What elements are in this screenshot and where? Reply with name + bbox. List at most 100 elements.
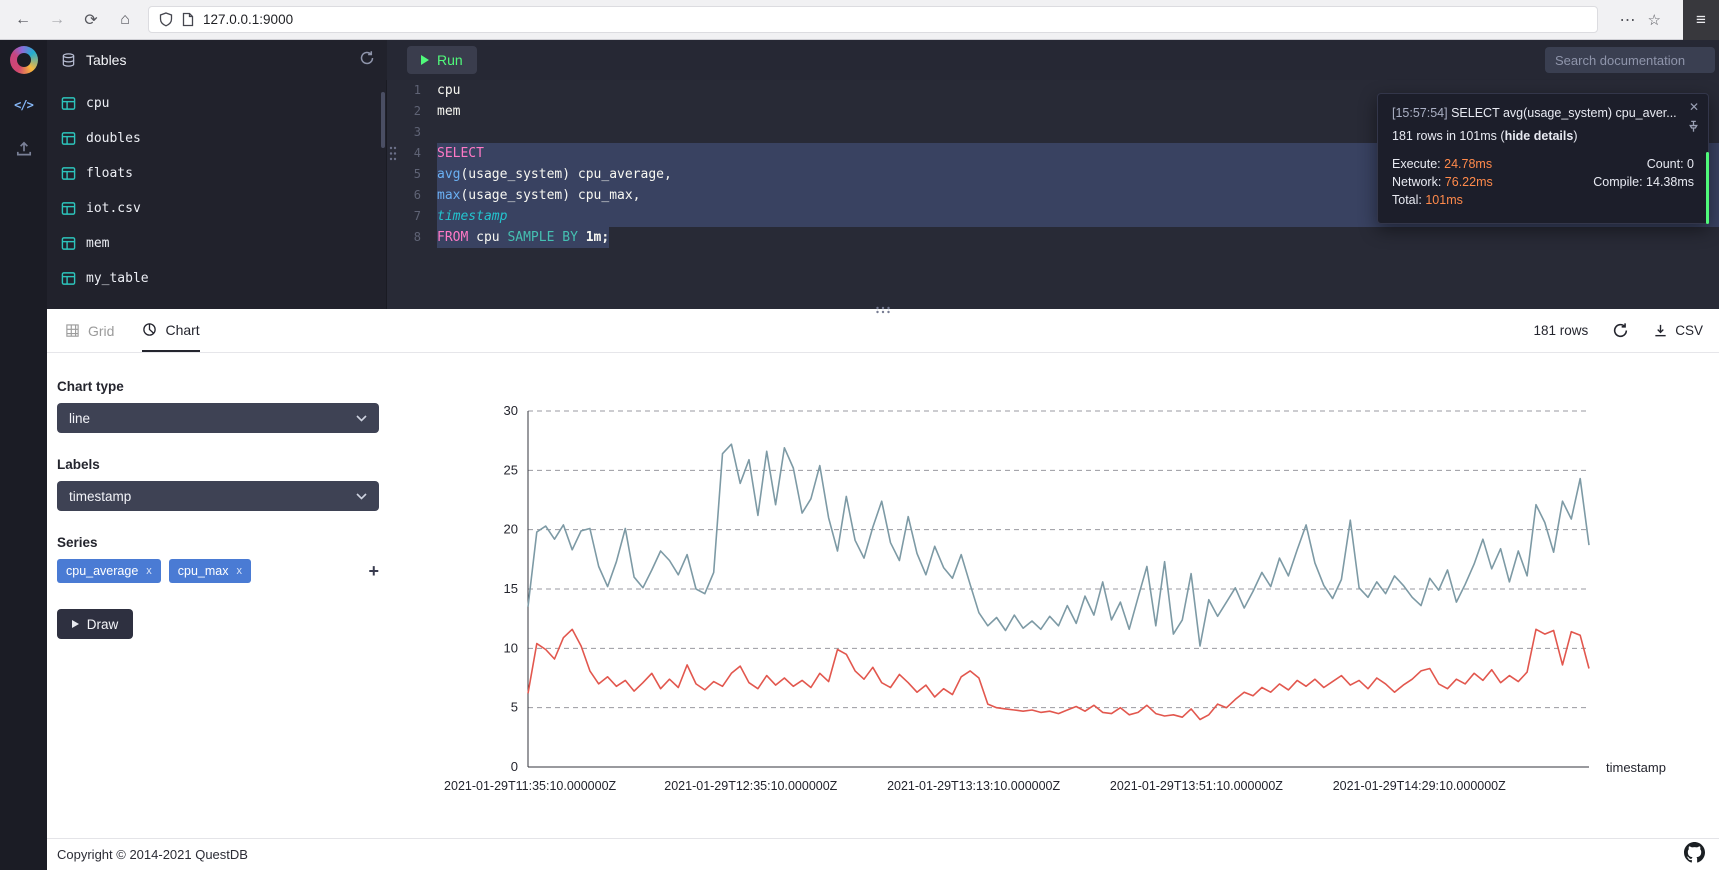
series-chip-label: cpu_max [178,564,229,578]
row-count: 181 rows [1533,323,1588,338]
forward-button[interactable]: → [46,11,68,29]
results-panel: Grid Chart 181 rows CSV [47,309,1719,838]
svg-text:30: 30 [504,403,518,418]
table-icon [61,201,76,216]
table-item-cpu[interactable]: cpu [47,86,386,121]
series-label: Series [57,535,387,550]
pie-chart-icon [142,322,157,337]
play-icon [421,55,429,65]
import-nav-icon[interactable] [15,140,33,163]
footer: Copyright © 2014-2021 QuestDB [47,838,1719,870]
svg-text:2021-01-29T14:29:10.000000Z: 2021-01-29T14:29:10.000000Z [1333,779,1506,793]
line-number: 2 [387,101,421,122]
add-series-button[interactable]: + [368,561,379,582]
network-label: Network: [1392,175,1445,189]
chart-area: 0510152025302021-01-29T11:35:10.000000Z2… [387,353,1719,838]
labels-value: timestamp [69,489,131,504]
line-chart: 0510152025302021-01-29T11:35:10.000000Z2… [387,353,1719,823]
chip-close-icon[interactable]: x [237,565,243,577]
notification-query-text: SELECT avg(usage_system) cpu_aver... [1448,106,1677,120]
table-item-my_table[interactable]: my_table [47,261,386,296]
notification-stats: Execute: 24.78ms Network: 76.22ms Total:… [1392,155,1694,209]
code-text: FROM cpu SAMPLE BY 1m; [437,227,1719,248]
top-bar: Tables Run [47,40,1719,80]
total-label: Total: [1392,193,1425,207]
line-number: 3 [387,122,421,143]
tables-panel-title: Tables [86,52,126,68]
pin-icon[interactable] [1687,120,1700,136]
refresh-icon [359,50,375,66]
series-chip-cpu_max[interactable]: cpu_max x [169,559,251,583]
svg-text:5: 5 [511,700,518,715]
back-button[interactable]: ← [12,11,34,29]
hide-details-link[interactable]: hide details [1505,129,1574,143]
table-item-iot.csv[interactable]: iot.csv [47,191,386,226]
address-bar[interactable]: 127.0.0.1:9000 [148,6,1598,33]
tables-refresh-button[interactable] [359,50,375,71]
csv-download-button[interactable]: CSV [1653,323,1703,338]
table-name: iot.csv [86,201,141,216]
table-item-mem[interactable]: mem [47,226,386,261]
browser-menu-button[interactable]: ≡ [1683,0,1719,40]
results-splitter-handle[interactable] [876,301,891,319]
home-button[interactable]: ⌂ [114,11,136,29]
database-icon [61,52,76,68]
total-value: 101ms [1425,193,1463,207]
table-icon [61,166,76,181]
chart-config-panel: Chart type line Labels timestamp Series … [47,353,387,838]
query-notification-popup: [15:57:54] SELECT avg(usage_system) cpu_… [1377,93,1709,224]
chip-close-icon[interactable]: x [146,565,152,577]
sql-editor-nav-icon[interactable]: </> [14,98,33,112]
page-icon [182,12,194,27]
chevron-down-icon [356,493,367,500]
draw-button-label: Draw [87,617,119,632]
page-actions-icon[interactable]: ⋯ [1620,10,1636,30]
chart-type-select[interactable]: line [57,403,379,433]
editor-toolbar: Run [387,40,1719,80]
github-link[interactable] [1684,842,1705,868]
rows-summary: 181 rows in 101ms ( [1392,129,1505,143]
notification-query: [15:57:54] SELECT avg(usage_system) cpu_… [1392,106,1694,120]
svg-text:2021-01-29T13:51:10.000000Z: 2021-01-29T13:51:10.000000Z [1110,779,1283,793]
bookmark-star-icon[interactable]: ☆ [1648,11,1661,29]
svg-text:15: 15 [504,581,518,596]
chart-type-label: Chart type [57,379,387,394]
questdb-console: </> Tables Run [0,40,1719,870]
csv-label: CSV [1675,323,1703,338]
editor-line-8[interactable]: 8FROM cpu SAMPLE BY 1m; [387,227,1719,248]
browser-chrome: ← → ⟳ ⌂ 127.0.0.1:9000 ⋯ ☆ ≡ [0,0,1719,40]
github-icon [1684,842,1705,863]
labels-select[interactable]: timestamp [57,481,379,511]
run-button[interactable]: Run [407,46,477,74]
table-icon [61,236,76,251]
draw-button[interactable]: Draw [57,609,133,639]
play-icon [72,620,79,628]
results-refresh-button[interactable] [1612,322,1629,339]
svg-text:25: 25 [504,462,518,477]
questdb-logo[interactable] [10,46,38,74]
close-icon[interactable]: ✕ [1689,100,1699,114]
table-item-doubles[interactable]: doubles [47,121,386,156]
main-content: Tables Run cpu doublesfloats iot.csv memmy_… [47,40,1719,870]
url-text: 127.0.0.1:9000 [203,12,293,27]
chart-type-value: line [69,411,90,426]
panel-splitter-handle[interactable] [389,146,397,165]
tables-scrollbar[interactable] [381,92,385,148]
count-value: Count: 0 [1593,155,1694,173]
table-name: cpu [86,96,109,111]
svg-text:10: 10 [504,640,518,655]
success-accent-bar [1706,152,1709,224]
series-chip-cpu_average[interactable]: cpu_averagex [57,559,161,583]
tab-chart[interactable]: Chart [142,309,199,352]
tab-grid[interactable]: Grid [65,309,114,352]
results-bar-right: 181 rows CSV [1533,322,1703,339]
search-documentation-input[interactable] [1545,47,1715,73]
chrome-actions: ⋯ ☆ [1610,10,1671,30]
line-number: 6 [387,185,421,206]
chevron-down-icon [356,415,367,422]
tab-chart-label: Chart [165,322,199,338]
side-rail: </> [0,40,47,870]
table-item-floats[interactable]: floats [47,156,386,191]
labels-label: Labels [57,457,387,472]
reload-button[interactable]: ⟳ [80,10,102,30]
